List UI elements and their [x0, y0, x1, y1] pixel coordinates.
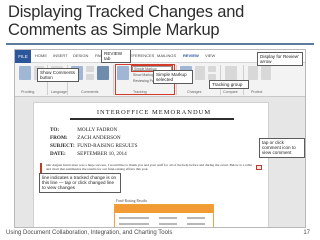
table-caption: Fund-Raising Results	[116, 199, 148, 203]
callout-display-for-review: Display for Review' arrow	[257, 52, 303, 67]
document-area: INTEROFFICE MEMORANDUM TO: MOLLY FADRON …	[15, 97, 305, 227]
tab-mailings[interactable]: MAILINGS	[157, 53, 176, 58]
table-cell	[159, 223, 177, 225]
table-cell	[119, 223, 149, 225]
group-language: Language	[51, 90, 67, 94]
slide-page-number: 17	[303, 230, 310, 236]
title-rule	[6, 43, 314, 45]
slide-title: Displaying Tracked Changes and Comments …	[8, 3, 245, 39]
ribbon-divider	[113, 65, 114, 95]
memo-field-key: TO:	[50, 127, 60, 133]
tab-home[interactable]: HOME	[35, 53, 47, 58]
table-cell	[187, 217, 205, 219]
compare-button[interactable]	[225, 66, 237, 80]
tab-references[interactable]: REFERENCES	[127, 53, 154, 58]
show-comments-button[interactable]	[97, 66, 109, 80]
previous-change-button[interactable]	[208, 66, 216, 72]
comment-icon[interactable]	[256, 165, 262, 170]
table-cell	[159, 217, 177, 219]
tab-design[interactable]: DESIGN	[73, 53, 88, 58]
spelling-grammar-button[interactable]	[19, 66, 31, 80]
memo-body-text: Our August fund raiser was a huge succes…	[46, 163, 252, 172]
callout-review-tab: REVIEW tab	[101, 50, 131, 64]
previous-comment-button[interactable]	[86, 74, 94, 80]
restrict-editing-button[interactable]	[261, 66, 271, 80]
table-cell	[119, 217, 149, 219]
memo-field-key: SUBJECT:	[50, 143, 75, 149]
memo-field-from: FROM: ZACH ANDERSON	[50, 135, 121, 141]
group-compare: Compare	[223, 90, 238, 94]
results-table	[114, 204, 214, 227]
group-protect: Protect	[251, 90, 263, 94]
memo-field-value: MOLLY FADRON	[77, 127, 118, 133]
group-changes: Changes	[187, 90, 202, 94]
memo-field-value: SEPTEMBER 10, 2014	[77, 151, 127, 157]
memo-field-to: TO: MOLLY FADRON	[50, 127, 117, 133]
callout-tracked-change-line: line indicates a tracked change is on th…	[39, 173, 121, 193]
memo-field-subject: SUBJECT: FUND-RAISING RESULTS	[50, 143, 138, 149]
callout-simple-markup: Simple Markup selected	[153, 70, 193, 85]
delete-comment-button[interactable]	[86, 66, 94, 72]
tab-review[interactable]: REVIEW	[183, 53, 199, 58]
document-page[interactable]: INTEROFFICE MEMORANDUM TO: MOLLY FADRON …	[33, 102, 269, 227]
tab-view[interactable]: VIEW	[205, 53, 215, 58]
group-comments: Comments	[81, 90, 99, 94]
word-screenshot: FILE HOME INSERT DESIGN PAGE LAYOUT REFE…	[14, 49, 306, 228]
callout-show-comments: Show Comments button	[37, 68, 79, 83]
reject-button[interactable]	[195, 66, 205, 80]
memo-field-key: FROM:	[50, 135, 68, 141]
block-authors-button[interactable]	[248, 66, 258, 80]
memo-rule	[70, 118, 234, 120]
group-proofing: Proofing	[21, 90, 35, 94]
table-header-row	[115, 205, 213, 213]
callout-comment-icon: tap or click comment icon to view commen…	[259, 138, 305, 158]
callout-tracking-group: Tracking group	[209, 80, 249, 90]
table-cell	[187, 223, 205, 225]
slide-footer: Using Document Collaboration, Integratio…	[6, 230, 173, 236]
memo-field-value: FUND-RAISING RESULTS	[77, 143, 138, 149]
memo-title: INTEROFFICE MEMORANDUM	[96, 109, 212, 116]
tab-insert[interactable]: INSERT	[53, 53, 68, 58]
tab-file[interactable]: FILE	[15, 50, 31, 63]
memo-field-value: ZACH ANDERSON	[77, 135, 121, 141]
memo-field-date: DATE: SEPTEMBER 10, 2014	[50, 151, 127, 157]
memo-field-key: DATE:	[50, 151, 66, 157]
